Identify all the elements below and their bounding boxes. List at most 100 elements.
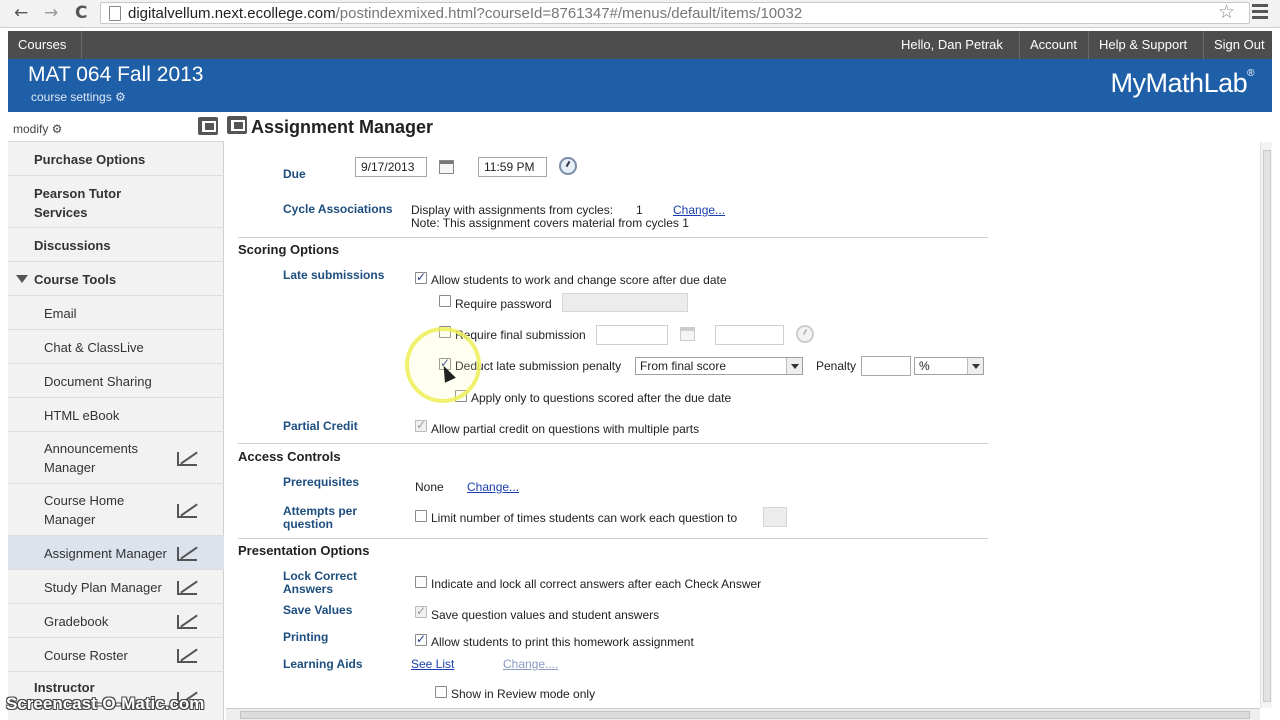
attempts-count-input[interactable] (763, 507, 787, 527)
lock-answers-text: Indicate and lock all correct answers af… (431, 577, 762, 591)
due-time-input[interactable]: 11:59 PM (478, 157, 547, 177)
sidebar-item-course-tools[interactable]: Course Tools (8, 262, 224, 296)
sidebar-item-label: Course Roster (44, 648, 128, 663)
review-mode-checkbox[interactable] (435, 686, 447, 698)
unpin-icon[interactable] (177, 502, 197, 518)
sidebar-item-label: Purchase Options (34, 152, 146, 167)
page-icon (109, 6, 121, 21)
calendar-icon[interactable] (680, 327, 695, 341)
sidebar-item-gradebook[interactable]: Gradebook (8, 604, 224, 638)
final-time-input[interactable] (715, 325, 784, 345)
penalty-input[interactable] (861, 356, 911, 376)
reload-icon[interactable]: C (75, 3, 87, 23)
modify-link[interactable]: modify ⚙ (13, 122, 62, 136)
final-date-input[interactable] (596, 325, 668, 345)
cycle-count: 1 (636, 203, 643, 217)
cycle-change-link[interactable]: Change... (673, 203, 725, 217)
unpin-icon[interactable] (177, 613, 197, 629)
clock-icon[interactable] (559, 157, 577, 175)
courses-link[interactable]: Courses (18, 37, 66, 52)
sidebar-item-label: Document Sharing (44, 374, 152, 389)
horizontal-scrollbar[interactable] (226, 708, 1260, 720)
prerequisites-value: None (415, 480, 444, 494)
sidebar-item-label: Email (44, 306, 77, 321)
help-support-link[interactable]: Help & Support (1099, 37, 1187, 52)
lock-answers-checkbox[interactable] (415, 576, 427, 588)
account-link[interactable]: Account (1030, 37, 1077, 52)
divider (238, 538, 988, 539)
forward-icon[interactable]: → (44, 3, 58, 23)
expand-triangle-icon[interactable] (16, 275, 28, 283)
require-password-text: Require password (455, 297, 552, 311)
require-password-checkbox[interactable] (439, 295, 451, 307)
user-greeting: Hello, Dan Petrak (901, 37, 1003, 52)
partial-credit-text: Allow partial credit on questions with m… (431, 422, 700, 436)
sidebar-item-purchase-options[interactable]: Purchase Options (8, 142, 224, 176)
collapse-sidebar-icon[interactable] (198, 117, 218, 135)
review-mode-text: Show in Review mode only (451, 687, 596, 701)
back-icon[interactable]: ← (14, 3, 28, 23)
sidebar-item-label: Course Tools (34, 272, 117, 287)
sidebar-item-label: HTML eBook (44, 408, 120, 423)
cycle-display-text: Display with assignments from cycles: (411, 203, 614, 217)
allow-change-checkbox[interactable] (415, 270, 427, 284)
save-values-checkbox[interactable] (415, 604, 427, 618)
scoring-options-heading: Scoring Options (238, 242, 340, 257)
sidebar-item-document-sharing[interactable]: Document Sharing (8, 364, 224, 398)
sidebar-item-study-plan-manager[interactable]: Study Plan Manager (8, 570, 224, 604)
prerequisites-change-link[interactable]: Change... (467, 480, 519, 494)
sidebar-item-course-roster[interactable]: Course Roster (8, 638, 224, 672)
sidebar-item-html-ebook[interactable]: HTML eBook (8, 398, 224, 432)
penalty-unit-select[interactable]: % (914, 357, 984, 375)
unpin-icon[interactable] (177, 545, 197, 561)
deduct-mode-select[interactable]: From final score (635, 357, 803, 375)
limit-attempts-checkbox[interactable] (415, 510, 427, 522)
sidebar-item-label: Study Plan Manager (44, 580, 162, 595)
vertical-scrollbar[interactable] (1260, 142, 1272, 708)
divider (238, 237, 988, 238)
sidebar-item-email[interactable]: Email (8, 296, 224, 330)
sidebar-item-label: Pearson Tutor Services (34, 186, 122, 220)
sidebar-item-announcements-manager[interactable]: Announcements Manager (8, 432, 224, 484)
nav-divider (1088, 31, 1089, 59)
address-text: digitalvellum.next.ecollege.com/postinde… (128, 5, 802, 22)
logo-trademark: ® (1247, 68, 1254, 79)
sidebar-item-course-home-manager[interactable]: Course Home Manager (8, 484, 224, 536)
sidebar-item-chat-classlive[interactable]: Chat & ClassLive (8, 330, 224, 364)
chevron-down-icon (786, 358, 802, 374)
nav-divider (81, 31, 82, 59)
partial-credit-checkbox[interactable] (415, 418, 427, 432)
save-values-text: Save question values and student answers (431, 608, 660, 622)
sidebar-item-assignment-manager[interactable]: Assignment Manager (8, 536, 224, 570)
nav-divider (1019, 31, 1020, 59)
browser-menu-icon[interactable] (1252, 4, 1268, 20)
unpin-icon[interactable] (177, 579, 197, 595)
see-list-link[interactable]: See List (411, 657, 454, 671)
course-settings-link[interactable]: course settings ⚙ (31, 90, 126, 104)
scrollbar-thumb[interactable] (240, 711, 1250, 719)
sidebar-item-label: Discussions (34, 238, 111, 253)
sign-out-link[interactable]: Sign Out (1214, 37, 1265, 52)
partial-credit-label: Partial Credit (283, 419, 358, 433)
sidebar-item-label: Assignment Manager (44, 546, 167, 561)
scrollbar-thumb[interactable] (1263, 150, 1271, 702)
sidebar-item-pearson-tutor[interactable]: Pearson Tutor Services (8, 176, 224, 228)
due-date-input[interactable]: 9/17/2013 (355, 157, 427, 177)
penalty-unit-value: % (919, 359, 930, 373)
address-bar[interactable]: digitalvellum.next.ecollege.com/postinde… (100, 2, 1250, 24)
learning-aids-change-link[interactable]: Change.... (503, 657, 558, 671)
logo-text: MyMathLab (1110, 68, 1248, 98)
save-values-label: Save Values (283, 603, 353, 617)
printing-checkbox[interactable] (415, 632, 427, 646)
unpin-icon[interactable] (177, 647, 197, 663)
cycle-associations-label: Cycle Associations (283, 202, 393, 216)
calendar-icon[interactable] (439, 160, 454, 174)
sidebar-item-discussions[interactable]: Discussions (8, 228, 224, 262)
bookmark-star-icon[interactable]: ☆ (1218, 1, 1235, 23)
clock-icon[interactable] (796, 325, 814, 343)
password-input[interactable] (562, 293, 688, 312)
unpin-icon[interactable] (177, 450, 197, 466)
learning-aids-label: Learning Aids (283, 657, 363, 671)
expand-panel-icon[interactable] (227, 116, 247, 134)
presentation-options-heading: Presentation Options (238, 543, 370, 558)
